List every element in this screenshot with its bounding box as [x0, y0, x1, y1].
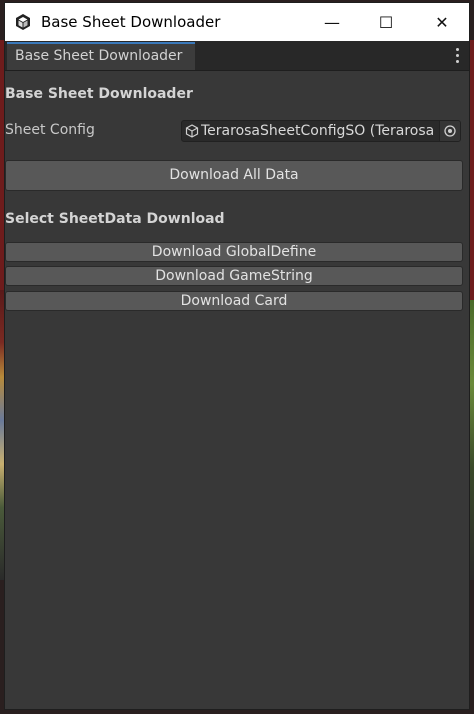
download-card-button[interactable]: Download Card [5, 291, 463, 311]
download-all-data-button[interactable]: Download All Data [5, 160, 463, 191]
tab-bar: Base Sheet Downloader [5, 41, 469, 71]
sheet-config-object-field[interactable]: TerarosaSheetConfigSO (Terarosa Sheet Co… [181, 120, 461, 142]
window-header-title: Base Sheet Downloader [5, 86, 193, 102]
object-picker-button[interactable] [439, 121, 460, 141]
close-button[interactable]: ✕ [415, 3, 469, 41]
download-gamestring-button[interactable]: Download GameString [5, 266, 463, 286]
title-bar[interactable]: Base Sheet Downloader — ☐ ✕ [5, 3, 469, 41]
minimize-button[interactable]: — [305, 3, 359, 41]
maximize-button[interactable]: ☐ [359, 3, 413, 41]
download-globaldefine-button[interactable]: Download GlobalDefine [5, 242, 463, 262]
unity-logo-icon [16, 14, 30, 30]
editor-window: Base Sheet Downloader — ☐ ✕ Base Sheet D… [4, 2, 470, 710]
sheet-config-row: Sheet Config TerarosaSheetConfigSO (Tera… [5, 120, 461, 142]
sheet-config-value: TerarosaSheetConfigSO (Terarosa Sheet Co… [201, 123, 439, 139]
sheet-config-label: Sheet Config [5, 122, 95, 138]
tab-base-sheet-downloader[interactable]: Base Sheet Downloader [7, 42, 195, 70]
window-title: Base Sheet Downloader [41, 13, 221, 31]
scriptable-object-icon [185, 124, 199, 138]
kebab-menu-icon[interactable] [451, 46, 463, 64]
select-sheetdata-title: Select SheetData Download [5, 211, 225, 227]
object-picker-icon [444, 125, 456, 137]
